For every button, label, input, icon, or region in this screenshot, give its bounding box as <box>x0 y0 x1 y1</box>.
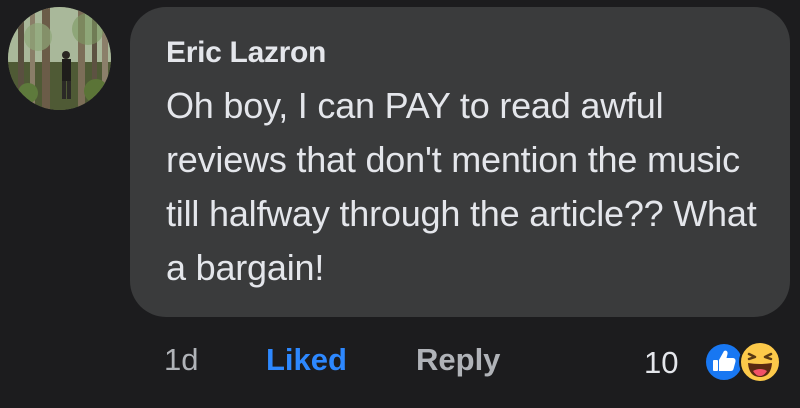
comment-thread: Eric Lazron Oh boy, I can PAY to read aw… <box>0 0 800 408</box>
avatar-photo <box>8 7 111 110</box>
comment-timestamp[interactable]: 1d <box>164 340 198 380</box>
comment-text: Oh boy, I can PAY to read awful reviews … <box>166 85 757 288</box>
comment-actions: 1d Liked Reply 10 <box>0 336 800 386</box>
comment-author[interactable]: Eric Lazron <box>166 35 760 71</box>
haha-icon <box>738 340 782 384</box>
comment-bubble: Eric Lazron Oh boy, I can PAY to read aw… <box>130 7 790 317</box>
avatar[interactable] <box>8 7 111 110</box>
like-button[interactable]: Liked <box>266 340 347 380</box>
reaction-count: 10 <box>644 345 679 380</box>
reply-button[interactable]: Reply <box>416 340 500 380</box>
reactions-summary[interactable]: 10 <box>644 338 790 384</box>
